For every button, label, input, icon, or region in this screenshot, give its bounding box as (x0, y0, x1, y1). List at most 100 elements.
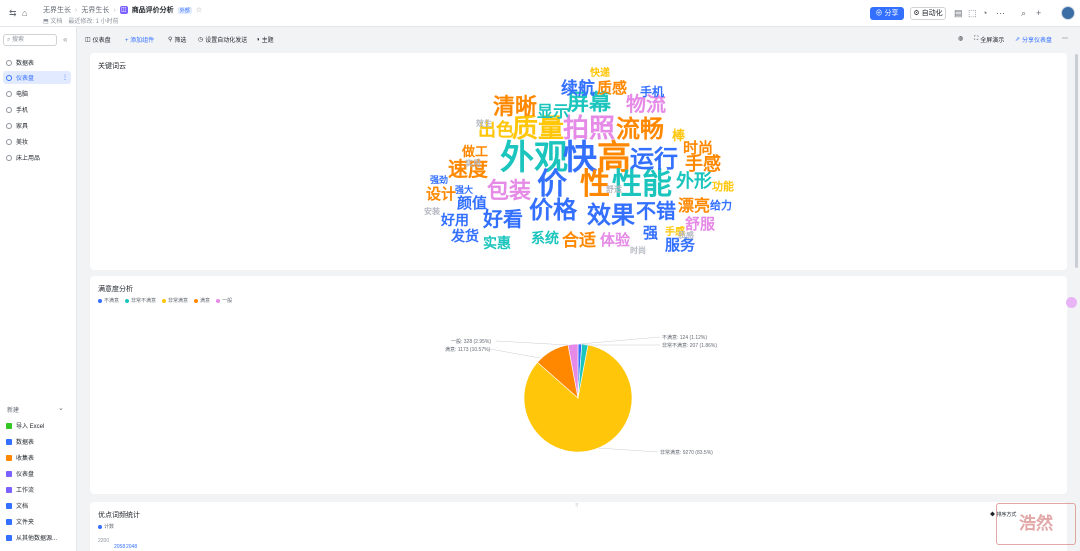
wordcloud-word: 安装 (424, 207, 440, 216)
new-form[interactable]: 收集表 (3, 451, 71, 464)
template-icon[interactable]: ▤ (954, 8, 963, 19)
wordcloud-word: 手感 (685, 154, 721, 174)
bell-icon[interactable]: ◔ (982, 8, 987, 18)
share-button[interactable]: ⊕ 分享 (870, 7, 904, 20)
star-icon[interactable]: ☆ (196, 6, 202, 14)
wordcloud-word: 合适 (562, 230, 596, 250)
wordcloud-word: 不错 (636, 201, 676, 223)
home-icon[interactable]: ⌂ (22, 8, 27, 18)
wordcloud-word: 实用 (465, 159, 481, 168)
dashboard-icon (6, 74, 12, 81)
auto-send-button[interactable]: ◷ 设置自动化发送 (198, 35, 247, 44)
new-folder[interactable]: 文件夹 (3, 515, 71, 528)
new-workflow[interactable]: 工作流 (3, 483, 71, 496)
add-component-button[interactable]: + 添加组件 (125, 35, 154, 44)
search-icon[interactable]: ⌕ (1021, 8, 1026, 19)
new-import-excel[interactable]: 导入 Excel (3, 419, 71, 432)
wordcloud-word: 给力 (710, 199, 732, 212)
breadcrumb-item[interactable]: 无界生长 (81, 5, 109, 15)
bar-legend: 计数 (98, 523, 114, 530)
form-icon (6, 154, 12, 161)
wordcloud-word: 包装 (487, 178, 532, 203)
form-icon (6, 454, 12, 461)
sidebar-item-computer[interactable]: 电脑 (3, 87, 71, 100)
watermark-stamp: 浩然 (996, 503, 1076, 545)
form-icon (6, 90, 12, 97)
top-bar: ⇆ ⌂ 无界生长 › 无界生长 › ◫ 商品评价分析 外部 ☆ ⬒ 文档 最近修… (0, 0, 1080, 27)
pros-frequency-card: ⠿ 优点词频统计 计数 2200 2058 2048 ◆ 排序方式 (90, 502, 1067, 551)
new-from-datasource[interactable]: 从其他数据源... (3, 531, 71, 544)
wordcloud-word: 好看 (483, 209, 523, 231)
wordcloud-word: 效生 (476, 119, 492, 128)
wordcloud-word: 流畅 (616, 116, 664, 143)
ai-icon[interactable]: ◍ (958, 35, 963, 42)
sidebar-item-beauty[interactable]: 美妆 (3, 135, 71, 148)
workflow-icon (6, 486, 12, 493)
new-doc[interactable]: 文档 (3, 499, 71, 512)
share-dashboard-button[interactable]: ⇗ 分享仪表盘 (1015, 35, 1052, 44)
folder-icon (6, 518, 12, 525)
automation-button[interactable]: ⚙ 自动化 (910, 7, 946, 20)
sidebar-item-bedding[interactable]: 床上用品 (3, 151, 71, 164)
wordcloud-word: 价格 (529, 197, 577, 224)
pie-leader-line (489, 348, 541, 359)
theme-button[interactable]: ◑ 主题 (256, 35, 274, 45)
fullscreen-button[interactable]: ⛶ 全屏演示 (974, 35, 1004, 44)
sidebar-item-table[interactable]: 数据表 (3, 56, 71, 69)
page-title: 商品评价分析 (131, 7, 174, 14)
wordcloud-word: 强 (643, 224, 659, 242)
wordcloud-word: 外形 (676, 171, 712, 191)
add-icon[interactable]: + (1036, 8, 1041, 18)
sidebar-search-input[interactable]: ⌕ 搜索 (3, 34, 57, 46)
wordcloud-word: 强劲 (430, 174, 449, 185)
table-icon (6, 59, 12, 66)
wordcloud-word: 强大 (455, 184, 474, 195)
wordcloud-word: 运行 (630, 146, 678, 173)
legend-item[interactable]: 计数 (98, 523, 114, 530)
y-tick-label: 2200 (98, 538, 110, 544)
wordcloud-word: 时尚 (630, 246, 646, 255)
more-icon[interactable]: ⋯ (996, 8, 1005, 19)
external-badge: 外部 (177, 6, 192, 14)
satisfaction-card: 满意度分析 不满意 非常不满意 非常满意 满意 一般 非常满意: 9270 (8… (90, 276, 1067, 494)
wordcloud-word: 价 (537, 168, 567, 201)
plugin-icon[interactable]: ⬚ (968, 8, 977, 19)
scrollbar[interactable] (1075, 54, 1078, 268)
last-modified-label: 最近修改: 1 小时前 (68, 19, 119, 25)
wordcloud-word: 清晰 (493, 94, 538, 119)
sidebar-item-phone[interactable]: 手机 (3, 103, 71, 116)
assistant-float-button[interactable] (1066, 297, 1077, 308)
breadcrumb-item[interactable]: 无界生长 (43, 5, 71, 15)
dashboard-toolbar: ◫ 仪表盘 + 添加组件 ⚲ 筛选 ◷ 设置自动化发送 ◑ 主题 ◍ ⛶ 全屏演… (78, 27, 1080, 52)
wordcloud-word: 拍照 (563, 113, 616, 143)
more-icon[interactable]: ⋯ (1062, 35, 1068, 42)
filter-button[interactable]: ⚲ 筛选 (168, 35, 186, 44)
pie-label-very-unsatisfied: 非常不满意: 207 (1.86%) (662, 342, 717, 349)
pie-leader-line (579, 336, 661, 345)
pie-label-neutral: 一般: 328 (2.95%) (451, 338, 491, 345)
avatar[interactable] (1061, 6, 1075, 20)
collapse-icon[interactable]: « (63, 35, 67, 44)
form-icon (6, 106, 12, 113)
new-dashboard[interactable]: 仪表盘 (3, 467, 71, 480)
dashboard-icon (6, 470, 12, 477)
sidebar-item-dashboard[interactable]: 仪表盘 ⋮ (3, 71, 71, 84)
bar-value-label: 2058 (114, 544, 126, 550)
bar-value-label: 2048 (126, 544, 138, 550)
wordcloud-word: 舒服 (685, 215, 716, 233)
new-table[interactable]: 数据表 (3, 435, 71, 448)
sidebar-toggle-icon[interactable]: ⇆ (9, 8, 17, 19)
sidebar: ⌕ 搜索 « 数据表 仪表盘 ⋮ 电脑 手机 家具 美妆 床上用品 新建 ⌄ 导入… (0, 27, 77, 551)
form-icon (6, 138, 12, 145)
chevron-down-icon[interactable]: ⌄ (58, 404, 64, 412)
wordcloud-word: 体验 (600, 231, 631, 249)
pie-chart: 非常满意: 9270 (83.5%) 满意: 1173 (10.57%) 一般:… (445, 334, 717, 456)
more-icon[interactable]: ⋮ (62, 74, 68, 81)
drag-handle-icon[interactable]: ⠿ (575, 503, 579, 509)
wordcloud-word: 手机 (640, 85, 665, 99)
wordcloud-word: 设计 (426, 185, 457, 203)
wordcloud-word: 续航 (561, 78, 595, 98)
wordcloud-word: 棒 (672, 127, 686, 143)
wordcloud-word: 舒适 (606, 185, 622, 194)
sidebar-item-furniture[interactable]: 家具 (3, 119, 71, 132)
